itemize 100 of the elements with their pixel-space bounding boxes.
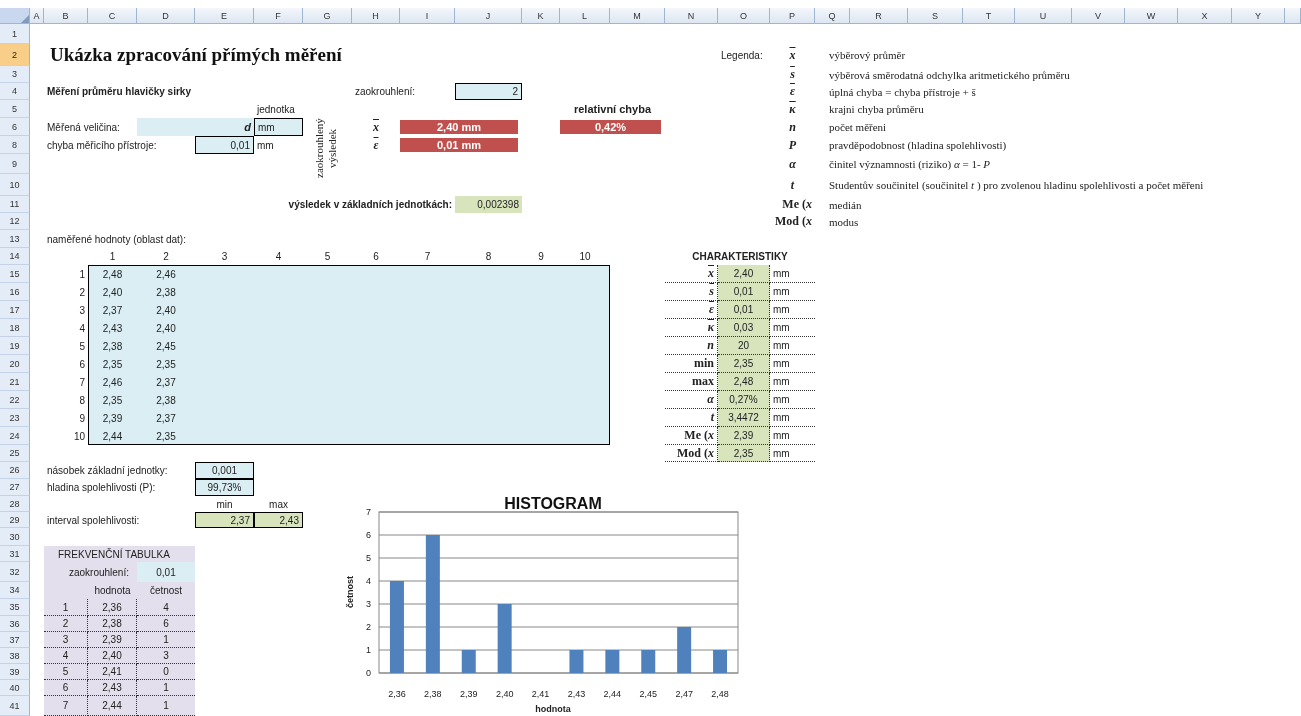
column-header[interactable]: R: [850, 8, 908, 24]
data-cell[interactable]: 2,37: [137, 409, 195, 427]
rounding-field[interactable]: 0,01: [137, 562, 195, 582]
row-header[interactable]: 36: [0, 616, 30, 632]
data-cell[interactable]: 2,37: [137, 373, 195, 391]
row-header[interactable]: 26: [0, 462, 30, 479]
rounding-field[interactable]: 2: [455, 83, 522, 100]
data-cell[interactable]: 2,37: [88, 301, 137, 319]
data-cell[interactable]: 2,35: [137, 355, 195, 373]
row-header[interactable]: 29: [0, 512, 30, 528]
column-header[interactable]: E: [195, 8, 254, 24]
column-header[interactable]: M: [610, 8, 665, 24]
row-header[interactable]: 17: [0, 301, 30, 319]
column-header[interactable]: A: [30, 8, 44, 24]
row-header[interactable]: 37: [0, 632, 30, 648]
row-header[interactable]: 41: [0, 696, 30, 716]
row-header[interactable]: 40: [0, 680, 30, 696]
column-header[interactable]: O: [718, 8, 770, 24]
column-header[interactable]: Q: [815, 8, 850, 24]
multiplier-field[interactable]: 0,001: [195, 462, 254, 479]
legend-title: Legenda:: [720, 48, 764, 63]
row-header[interactable]: 21: [0, 373, 30, 391]
row-header[interactable]: 24: [0, 427, 30, 445]
column-header[interactable]: [1285, 8, 1301, 24]
column-header[interactable]: H: [352, 8, 400, 24]
row-header[interactable]: 32: [0, 562, 30, 582]
instrument-error-field[interactable]: 0,01: [195, 136, 254, 154]
data-cell[interactable]: 2,38: [88, 337, 137, 355]
data-cell[interactable]: 2,45: [137, 337, 195, 355]
row-header[interactable]: 14: [0, 248, 30, 265]
data-cell[interactable]: 2,35: [88, 355, 137, 373]
row-header[interactable]: 23: [0, 409, 30, 427]
row-header[interactable]: 3: [0, 66, 30, 83]
column-header[interactable]: L: [560, 8, 610, 24]
data-cell[interactable]: 2,35: [88, 391, 137, 409]
row-header[interactable]: 38: [0, 648, 30, 664]
data-cell[interactable]: 2,40: [137, 301, 195, 319]
column-header[interactable]: S: [908, 8, 963, 24]
row-header[interactable]: 31: [0, 546, 30, 562]
row-header[interactable]: 34: [0, 582, 30, 599]
column-header[interactable]: U: [1015, 8, 1072, 24]
data-cell[interactable]: 2,35: [137, 427, 195, 445]
row-header[interactable]: 9: [0, 154, 30, 174]
confidence-field[interactable]: 99,73%: [195, 479, 254, 496]
column-header[interactable]: G: [303, 8, 352, 24]
quantity-field[interactable]: d: [137, 118, 254, 136]
column-header[interactable]: C: [88, 8, 137, 24]
select-all-corner[interactable]: [0, 8, 30, 24]
row-header[interactable]: 6: [0, 118, 30, 136]
row-header[interactable]: 5: [0, 100, 30, 118]
unit-field[interactable]: mm: [254, 118, 303, 136]
data-cell[interactable]: 2,46: [137, 265, 195, 283]
column-header[interactable]: I: [400, 8, 455, 24]
data-cell[interactable]: 2,43: [88, 319, 137, 337]
data-cell[interactable]: 2,38: [137, 391, 195, 409]
row-header[interactable]: 28: [0, 496, 30, 512]
data-cell[interactable]: 2,40: [137, 319, 195, 337]
axis-tick-label: 5: [366, 553, 371, 563]
column-header[interactable]: Y: [1232, 8, 1285, 24]
row-header[interactable]: 8: [0, 136, 30, 154]
row-header[interactable]: 2: [0, 44, 30, 66]
row-header[interactable]: 39: [0, 664, 30, 680]
row-header[interactable]: 10: [0, 174, 30, 196]
data-cell[interactable]: 2,44: [88, 427, 137, 445]
row-header[interactable]: 13: [0, 230, 30, 248]
row-header[interactable]: 35: [0, 599, 30, 616]
data-cell[interactable]: 2,40: [88, 283, 137, 301]
column-header[interactable]: N: [665, 8, 718, 24]
column-header[interactable]: K: [522, 8, 560, 24]
column-header[interactable]: J: [455, 8, 522, 24]
column-header[interactable]: D: [137, 8, 195, 24]
column-number: 1: [108, 250, 117, 264]
row-header[interactable]: 22: [0, 391, 30, 409]
column-header[interactable]: T: [963, 8, 1015, 24]
row-header[interactable]: 4: [0, 83, 30, 100]
column-header[interactable]: F: [254, 8, 303, 24]
row-header[interactable]: 16: [0, 283, 30, 301]
row-header[interactable]: 11: [0, 196, 30, 213]
axis-tick-label: 4: [366, 576, 371, 586]
column-header[interactable]: X: [1178, 8, 1232, 24]
row-header[interactable]: 20: [0, 355, 30, 373]
data-cell[interactable]: 2,39: [88, 409, 137, 427]
row-header[interactable]: 30: [0, 528, 30, 546]
data-cell[interactable]: 2,38: [137, 283, 195, 301]
column-header[interactable]: P: [770, 8, 815, 24]
column-header[interactable]: V: [1072, 8, 1125, 24]
data-cell[interactable]: 2,46: [88, 373, 137, 391]
row-header[interactable]: 1: [0, 24, 30, 44]
column-header[interactable]: W: [1125, 8, 1178, 24]
column-header[interactable]: B: [44, 8, 88, 24]
characteristic-value: 2,35: [718, 355, 770, 373]
row-header[interactable]: 25: [0, 445, 30, 462]
section-heading: Měření průměru hlavičky sirky: [46, 85, 192, 99]
row-header[interactable]: 19: [0, 337, 30, 355]
column-number: 4: [274, 250, 283, 264]
row-header[interactable]: 27: [0, 479, 30, 496]
row-header[interactable]: 12: [0, 213, 30, 230]
row-header[interactable]: 18: [0, 319, 30, 337]
data-cell[interactable]: 2,48: [88, 265, 137, 283]
row-header[interactable]: 15: [0, 265, 30, 283]
